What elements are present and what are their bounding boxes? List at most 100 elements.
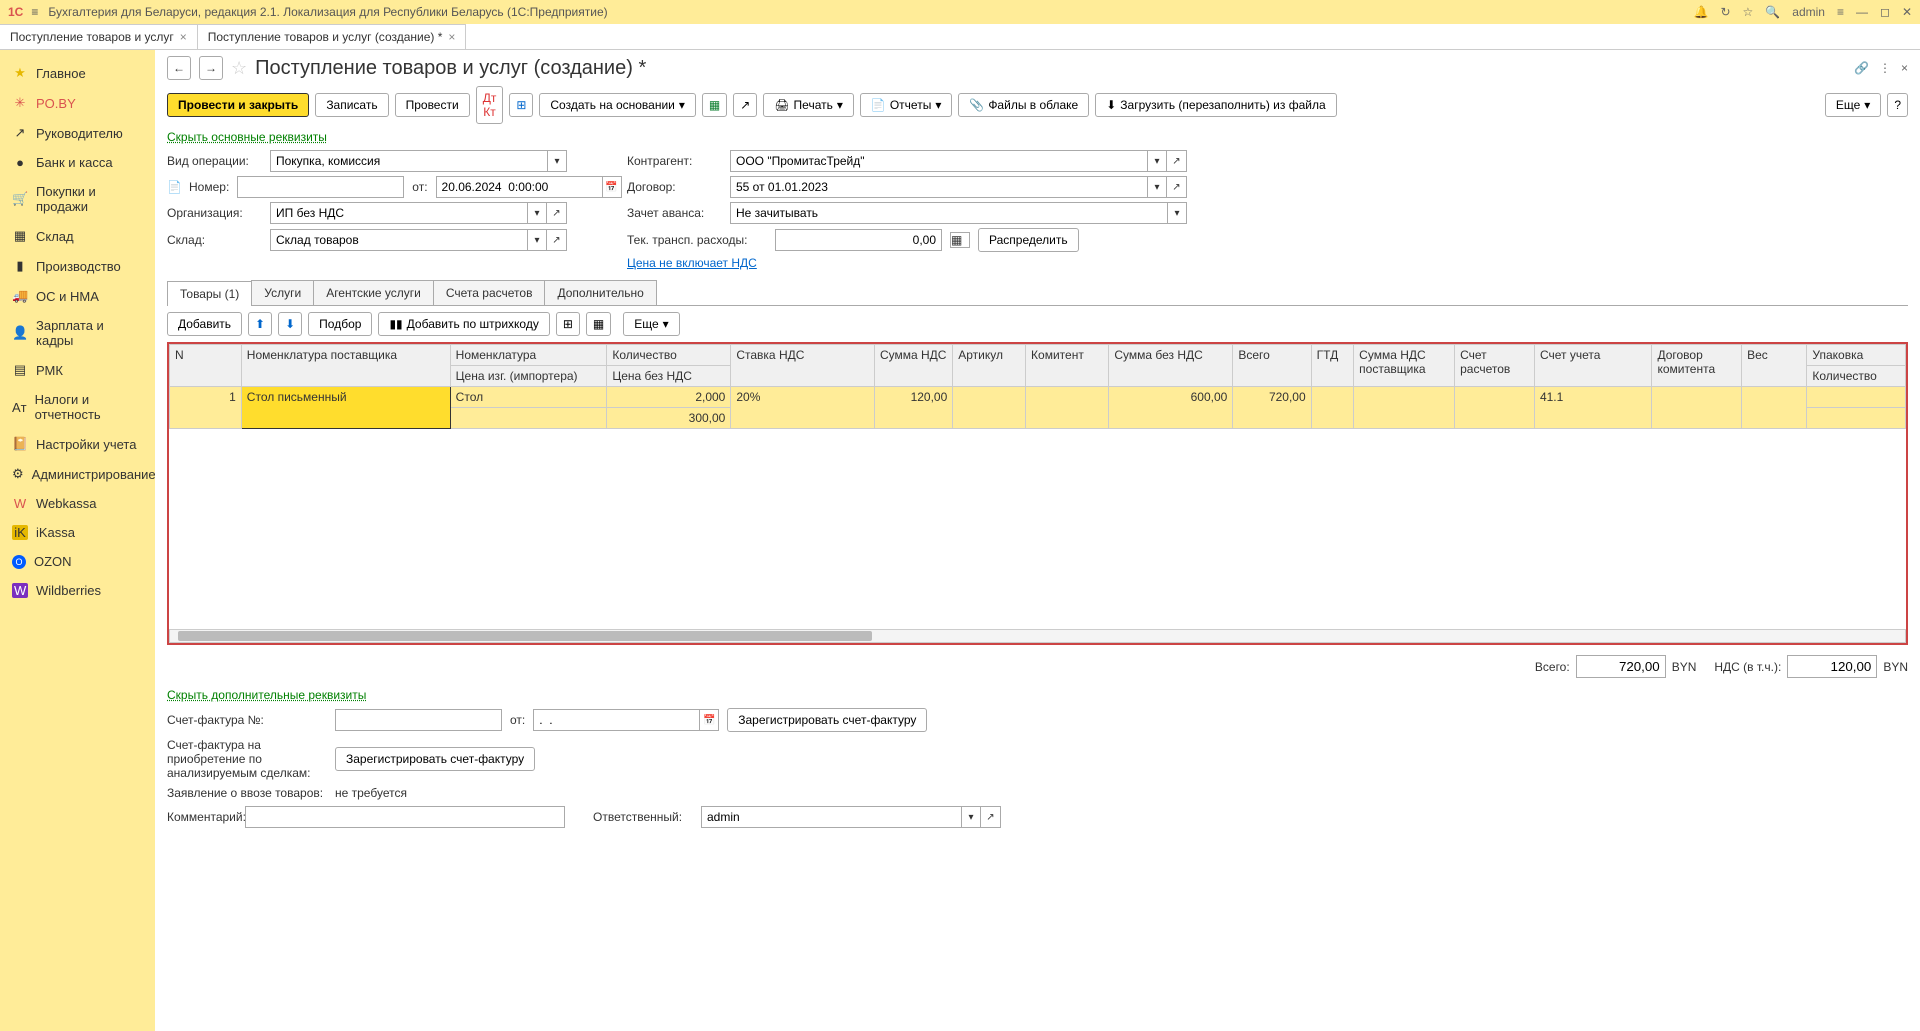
sidebar-item-wildberries[interactable]: WWildberries (0, 576, 155, 605)
write-button[interactable]: Записать (315, 93, 388, 117)
col-article[interactable]: Артикул (953, 345, 1026, 387)
table-more-button[interactable]: Еще ▾ (623, 312, 679, 336)
invoice-date-input[interactable] (533, 709, 699, 731)
tab-goods-receipt-create[interactable]: Поступление товаров и услуг (создание) *… (197, 24, 467, 49)
excel-button[interactable]: ▦ (702, 93, 727, 117)
cell-calc-account[interactable] (1455, 387, 1535, 429)
col-package[interactable]: Упаковка (1807, 345, 1906, 366)
sidebar-item-production[interactable]: ▮Производство (0, 251, 155, 281)
col-weight[interactable]: Вес (1742, 345, 1807, 387)
cell-vat-rate[interactable]: 20% (731, 387, 875, 429)
calendar-icon[interactable]: 📅 (602, 176, 622, 198)
col-qty[interactable]: Количество (607, 345, 731, 366)
tree-button[interactable]: ⊞ (509, 93, 533, 117)
dropdown-icon[interactable]: ▾ (1147, 150, 1167, 172)
star-icon[interactable]: ☆ (1743, 5, 1754, 19)
cell-importer-price[interactable] (450, 408, 607, 429)
calculator-icon[interactable]: ▦ (950, 232, 970, 248)
col-nom[interactable]: Номенклатура (450, 345, 607, 366)
settings-icon[interactable]: ≡ (1837, 5, 1844, 19)
user-label[interactable]: admin (1792, 5, 1825, 19)
post-button[interactable]: Провести (395, 93, 470, 117)
col-calc-account[interactable]: Счет расчетов (1455, 345, 1535, 387)
calendar-icon[interactable]: 📅 (699, 709, 719, 731)
sidebar-item-rmk[interactable]: ▤РМК (0, 355, 155, 385)
col-vat-rate[interactable]: Ставка НДС (731, 345, 875, 387)
dropdown-icon[interactable]: ▾ (527, 229, 547, 251)
cell-supplier-nom[interactable]: Стол письменный (241, 387, 450, 429)
maximize-icon[interactable]: ◻ (1880, 5, 1890, 19)
cell-weight[interactable] (1742, 387, 1807, 429)
grid-button[interactable]: ⊞ (556, 312, 580, 336)
dt-kt-button[interactable]: ДᴛКᴛ (476, 86, 504, 124)
sidebar-item-warehouse[interactable]: ▦Склад (0, 221, 155, 251)
tab-close-icon[interactable]: × (180, 30, 187, 44)
close-icon[interactable]: ✕ (1902, 5, 1912, 19)
add-row-button[interactable]: Добавить (167, 312, 242, 336)
link-icon[interactable]: 🔗 (1854, 61, 1869, 75)
col-vat-sum[interactable]: Сумма НДС (874, 345, 952, 387)
favorite-icon[interactable]: ☆ (231, 58, 247, 79)
create-based-button[interactable]: Создать на основании ▾ (539, 93, 696, 117)
open-icon[interactable]: ↗ (1167, 150, 1187, 172)
responsible-input[interactable] (701, 806, 961, 828)
horizontal-scrollbar[interactable] (169, 629, 1906, 643)
tab-goods-receipt[interactable]: Поступление товаров и услуг × (0, 24, 198, 49)
files-cloud-button[interactable]: 📎 Файлы в облаке (958, 93, 1089, 117)
sidebar-item-admin[interactable]: ⚙Администрирование (0, 459, 155, 489)
col-price-no-vat[interactable]: Цена без НДС (607, 366, 731, 387)
post-close-button[interactable]: Провести и закрыть (167, 93, 309, 117)
table-row[interactable]: 1 Стол письменный Стол 2,000 20% 120,00 … (170, 387, 1906, 408)
warehouse-input[interactable] (270, 229, 527, 251)
transport-input[interactable] (775, 229, 942, 251)
advance-input[interactable] (730, 202, 1167, 224)
bell-icon[interactable]: 🔔 (1694, 5, 1709, 19)
operation-input[interactable] (270, 150, 547, 172)
sidebar-item-main[interactable]: ★Главное (0, 58, 155, 88)
col-gtd[interactable]: ГТД (1311, 345, 1354, 387)
tab-agent[interactable]: Агентские услуги (313, 280, 434, 305)
sidebar-item-assets[interactable]: 🚚ОС и НМА (0, 281, 155, 311)
counterparty-input[interactable] (730, 150, 1147, 172)
price-vat-link[interactable]: Цена не включает НДС (627, 256, 757, 270)
invoice-number-input[interactable] (335, 709, 502, 731)
print-button[interactable]: 🖨 Печать ▾ (763, 93, 854, 117)
export-button[interactable]: ↗ (733, 93, 757, 117)
cell-sum-no-vat[interactable]: 600,00 (1109, 387, 1233, 429)
col-supplier-nom[interactable]: Номенклатура поставщика (241, 345, 450, 387)
history-icon[interactable]: ↻ (1720, 5, 1730, 19)
sidebar-item-webkassa[interactable]: WWebkassa (0, 489, 155, 518)
open-icon[interactable]: ↗ (981, 806, 1001, 828)
tab-accounts[interactable]: Счета расчетов (433, 280, 546, 305)
cell-nom[interactable]: Стол (450, 387, 607, 408)
sidebar-item-manager[interactable]: ↗Руководителю (0, 118, 155, 148)
contract-input[interactable] (730, 176, 1147, 198)
help-button[interactable]: ? (1887, 93, 1908, 117)
open-icon[interactable]: ↗ (547, 202, 567, 224)
search-icon[interactable]: 🔍 (1765, 5, 1780, 19)
sidebar-item-bank[interactable]: ●Банк и касса (0, 148, 155, 177)
cell-committent-contract[interactable] (1652, 387, 1742, 429)
cell-account[interactable]: 41.1 (1534, 387, 1651, 429)
cell-price-no-vat[interactable]: 300,00 (607, 408, 731, 429)
dropdown-icon[interactable]: ▾ (1147, 176, 1167, 198)
dropdown-icon[interactable]: ▾ (547, 150, 567, 172)
col-committent-contract[interactable]: Договор комитента (1652, 345, 1742, 387)
cell-package[interactable] (1807, 387, 1906, 408)
sidebar-item-ozon[interactable]: OOZON (0, 547, 155, 576)
forward-button[interactable]: → (199, 56, 223, 80)
barcode-button[interactable]: ▮▮ Добавить по штрихкоду (378, 312, 549, 336)
select-button[interactable]: Подбор (308, 312, 372, 336)
close-page-icon[interactable]: × (1901, 61, 1908, 75)
sidebar-item-ikassa[interactable]: iKiKassa (0, 518, 155, 547)
dropdown-icon[interactable]: ▾ (961, 806, 981, 828)
calendar-small-button[interactable]: ▦ (586, 312, 611, 336)
open-icon[interactable]: ↗ (547, 229, 567, 251)
comment-input[interactable] (245, 806, 565, 828)
distribute-button[interactable]: Распределить (978, 228, 1079, 252)
dropdown-icon[interactable]: ▾ (527, 202, 547, 224)
register-invoice2-button[interactable]: Зарегистрировать счет-фактуру (335, 747, 535, 771)
minimize-icon[interactable]: — (1856, 5, 1868, 19)
tab-close-icon[interactable]: × (448, 30, 455, 44)
load-file-button[interactable]: ⬇ Загрузить (перезаполнить) из файла (1095, 93, 1336, 117)
